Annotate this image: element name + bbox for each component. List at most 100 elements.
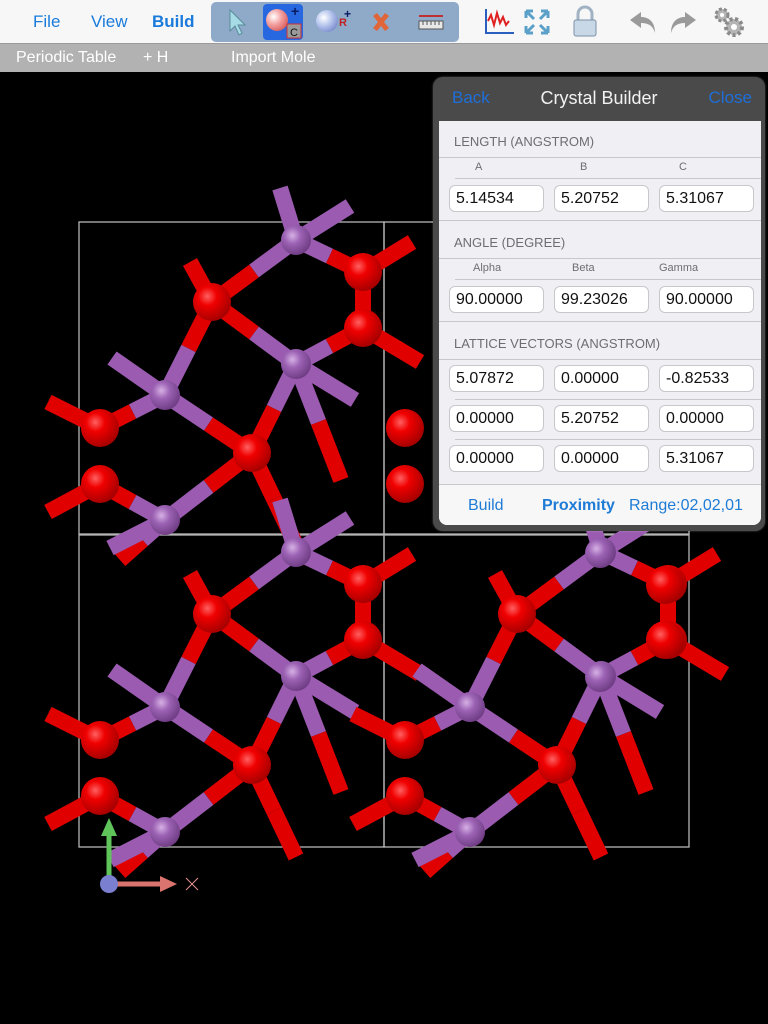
bond-half — [616, 731, 654, 795]
metal-atom — [455, 817, 485, 847]
unit-cell-outline — [383, 534, 690, 848]
axis-origin-sphere — [100, 875, 118, 893]
oxygen-atom — [386, 409, 424, 447]
metal-atom — [585, 662, 615, 692]
range-button[interactable]: Range:02,02,01 — [629, 497, 743, 515]
lock-icon — [573, 5, 597, 37]
menu-view[interactable]: View — [91, 12, 128, 32]
oxygen-atom — [233, 434, 271, 472]
oxygen-atom — [386, 777, 424, 815]
oxygen-atom — [538, 746, 576, 784]
fit-screen-button[interactable] — [518, 4, 556, 40]
length-a-input[interactable] — [449, 185, 544, 212]
menu-build[interactable]: Build — [152, 12, 195, 32]
oxygen-atom — [344, 253, 382, 291]
divider — [455, 178, 761, 179]
proximity-button[interactable]: Proximity — [542, 497, 615, 515]
add-group-tool-button[interactable]: R + — [313, 4, 353, 40]
divider — [439, 258, 761, 259]
measure-ruler-icon — [418, 15, 444, 30]
back-button[interactable]: Back — [452, 88, 490, 108]
redo-button[interactable] — [664, 4, 702, 40]
lattice-section-title: LATTICE VECTORS (ANGSTROM) — [454, 336, 661, 351]
oxygen-atom — [81, 465, 119, 503]
angle-beta-input[interactable] — [554, 286, 649, 313]
panel-body: LENGTH (ANGSTROM) A B C ANGLE (DEGREE) A… — [439, 121, 761, 525]
metal-atom — [150, 380, 180, 410]
add-atom-tool-button[interactable]: + C — [263, 4, 303, 40]
lattice-v3-z-input[interactable] — [659, 445, 754, 472]
select-tool-button[interactable] — [217, 4, 257, 40]
lattice-v1-z-input[interactable] — [659, 365, 754, 392]
z-axis-marker — [185, 877, 199, 891]
svg-text:+: + — [344, 7, 351, 21]
lattice-v2-x-input[interactable] — [449, 405, 544, 432]
spectrum-button[interactable] — [480, 4, 518, 40]
length-label-b: B — [580, 161, 588, 173]
build-tools-group: + C R + — [211, 2, 459, 42]
y-axis-arrow-head — [101, 818, 117, 836]
oxygen-atom — [646, 566, 684, 604]
metal-atom — [150, 817, 180, 847]
undo-button[interactable] — [624, 4, 662, 40]
x-axis-arrow-head — [160, 876, 177, 892]
add-atom-carbon-icon: + C — [266, 4, 302, 39]
angle-label-beta: Beta — [572, 262, 595, 274]
lattice-v2-y-input[interactable] — [554, 405, 649, 432]
lattice-v1-x-input[interactable] — [449, 365, 544, 392]
lattice-v3-y-input[interactable] — [554, 445, 649, 472]
delete-tool-button[interactable] — [361, 4, 401, 40]
angle-section-title: ANGLE (DEGREE) — [454, 235, 566, 250]
angle-alpha-input[interactable] — [449, 286, 544, 313]
oxygen-atom — [498, 595, 536, 633]
metal-atom — [455, 692, 485, 722]
divider — [439, 157, 761, 158]
lock-button[interactable] — [566, 4, 604, 40]
metal-atom — [281, 349, 311, 379]
oxygen-atom — [344, 565, 382, 603]
oxygen-atom — [344, 621, 382, 659]
metal-atom — [281, 225, 311, 255]
divider — [455, 439, 761, 440]
angle-gamma-input[interactable] — [659, 286, 754, 313]
oxygen-atom — [344, 309, 382, 347]
metal-atom — [281, 537, 311, 567]
oxygen-atom — [646, 621, 684, 659]
bond-half — [311, 419, 349, 483]
oxygen-atom — [81, 777, 119, 815]
oxygen-atom — [193, 283, 231, 321]
add-group-icon: R + — [316, 7, 351, 32]
oxygen-atom — [81, 721, 119, 759]
select-arrow-icon — [229, 8, 247, 36]
add-hydrogen-button[interactable]: + H — [143, 49, 168, 67]
import-mole-button[interactable]: Import Mole — [231, 49, 315, 67]
length-c-input[interactable] — [659, 185, 754, 212]
redo-icon — [671, 12, 696, 33]
measure-tool-button[interactable] — [411, 4, 451, 40]
panel-footer: Build Proximity Range:02,02,01 — [439, 484, 761, 525]
menu-file[interactable]: File — [33, 12, 60, 32]
length-label-a: A — [475, 161, 483, 173]
build-button[interactable]: Build — [468, 497, 504, 515]
oxygen-atom — [233, 746, 271, 784]
length-section-title: LENGTH (ANGSTROM) — [454, 134, 595, 149]
fit-to-screen-icon — [524, 9, 550, 35]
unit-cell-outline — [78, 534, 385, 848]
settings-button[interactable] — [710, 4, 748, 40]
lattice-v2-z-input[interactable] — [659, 405, 754, 432]
lattice-v1-y-input[interactable] — [554, 365, 649, 392]
divider — [439, 359, 761, 360]
oxygen-atom — [386, 465, 424, 503]
divider — [439, 321, 761, 322]
metal-atom — [150, 692, 180, 722]
metal-atom — [281, 661, 311, 691]
sub-toolbar: Periodic Table + H Import Mole — [0, 44, 768, 72]
close-button[interactable]: Close — [709, 88, 752, 108]
divider — [455, 279, 761, 280]
lattice-v3-x-input[interactable] — [449, 445, 544, 472]
svg-text:C: C — [290, 27, 298, 39]
length-b-input[interactable] — [554, 185, 649, 212]
divider — [455, 399, 761, 400]
length-label-c: C — [679, 161, 687, 173]
periodic-table-button[interactable]: Periodic Table — [16, 49, 116, 67]
